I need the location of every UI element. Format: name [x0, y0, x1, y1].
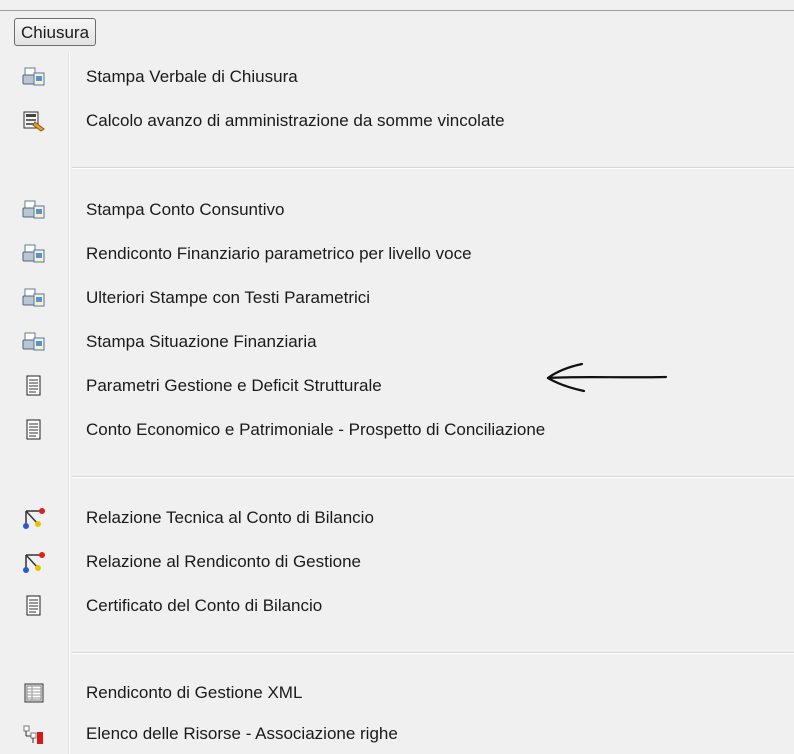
printer-icon	[22, 287, 46, 309]
menu-item-label: Ulteriori Stampe con Testi Parametrici	[86, 288, 371, 307]
menu-item-label: Calcolo avanzo di amministrazione da som…	[86, 111, 505, 130]
menu-item-calcolo-avanzo[interactable]: Calcolo avanzo di amministrazione da som…	[0, 101, 794, 141]
document-icon	[22, 419, 46, 441]
menu-item-label: Rendiconto Finanziario parametrico per l…	[86, 244, 472, 263]
menu-item-label: Elenco delle Risorse - Associazione righ…	[86, 724, 398, 743]
menu-item-label: Relazione Tecnica al Conto di Bilancio	[86, 508, 374, 527]
menu-bar	[0, 0, 794, 52]
annotation-arrow	[546, 362, 668, 393]
printer-icon	[22, 199, 46, 221]
menu-item-conto-economico[interactable]: Conto Economico e Patrimoniale - Prospet…	[0, 410, 794, 450]
grid-icon	[22, 682, 46, 704]
menu-item-stampa-verbale-chiusura[interactable]: Stampa Verbale di Chiusura	[0, 57, 794, 97]
menu-item-label: Parametri Gestione e Deficit Strutturale	[86, 376, 382, 395]
printer-icon	[22, 243, 46, 265]
diagram-icon	[22, 551, 46, 573]
menu-item-stampa-conto-consuntivo[interactable]: Stampa Conto Consuntivo	[0, 190, 794, 230]
menu-tab-chiusura[interactable]: Chiusura	[14, 18, 97, 46]
printer-icon	[22, 331, 46, 353]
menu-separator-highlight	[72, 168, 794, 169]
menu-separator-highlight	[72, 653, 794, 654]
menu-item-label: Stampa Situazione Finanziaria	[86, 332, 317, 351]
menu-item-label: Conto Economico e Patrimoniale - Prospet…	[86, 420, 546, 439]
menu-item-rendiconto-finanziario[interactable]: Rendiconto Finanziario parametrico per l…	[0, 234, 794, 274]
document-icon	[22, 595, 46, 617]
menu-item-elenco-risorse[interactable]: Elenco delle Risorse - Associazione righ…	[0, 714, 794, 754]
menu-item-certificato-conto[interactable]: Certificato del Conto di Bilancio	[0, 586, 794, 626]
menu-item-label: Certificato del Conto di Bilancio	[86, 596, 323, 615]
calculator-icon	[22, 110, 46, 132]
diagram-icon	[22, 507, 46, 529]
link-icon	[22, 723, 46, 745]
menu-item-label: Relazione al Rendiconto di Gestione	[86, 552, 362, 571]
menu-item-rendiconto-xml[interactable]: Rendiconto di Gestione XML	[0, 673, 794, 713]
menu-bar-border	[0, 10, 794, 11]
menu-separator-highlight	[72, 477, 794, 478]
menu-item-ulteriori-stampe[interactable]: Ulteriori Stampe con Testi Parametrici	[0, 278, 794, 318]
menu-tab-label: Chiusura	[21, 23, 90, 42]
menu-item-relazione-rendiconto[interactable]: Relazione al Rendiconto di Gestione	[0, 542, 794, 582]
menu-item-label: Stampa Conto Consuntivo	[86, 200, 285, 219]
printer-icon	[22, 66, 46, 88]
menu-item-relazione-tecnica[interactable]: Relazione Tecnica al Conto di Bilancio	[0, 498, 794, 538]
document-icon	[22, 375, 46, 397]
menu-item-label: Rendiconto di Gestione XML	[86, 683, 303, 702]
menu-item-label: Stampa Verbale di Chiusura	[86, 67, 298, 86]
